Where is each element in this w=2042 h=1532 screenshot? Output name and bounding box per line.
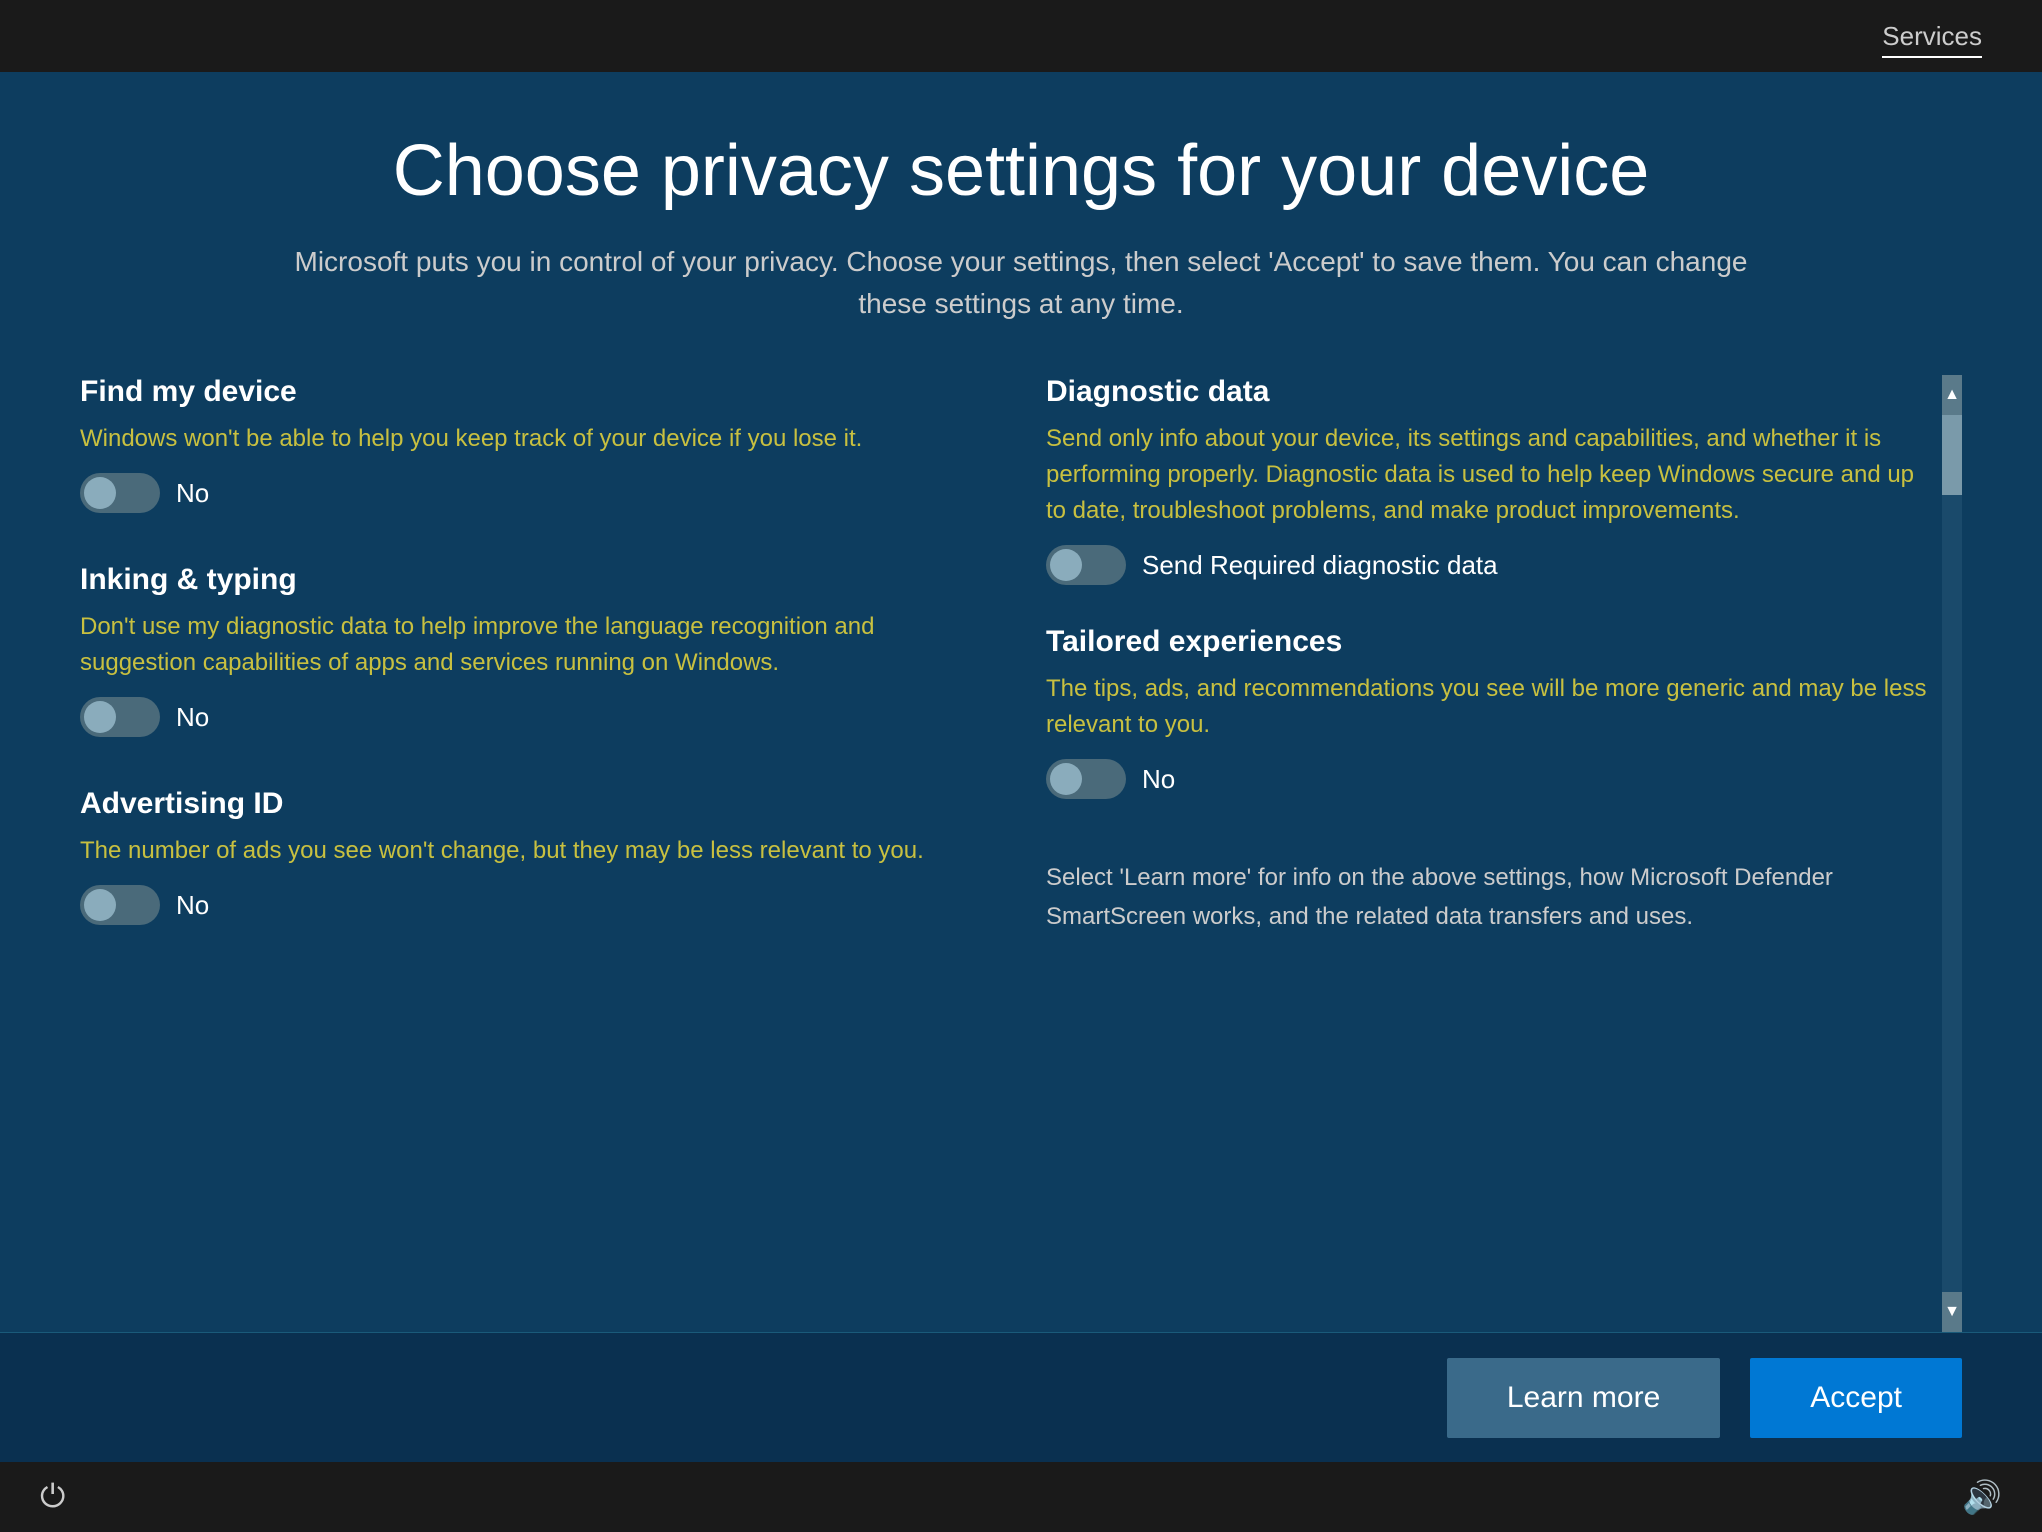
bottom-bar: Learn more Accept bbox=[0, 1332, 2042, 1462]
tailored-experiences-toggle[interactable] bbox=[1046, 759, 1126, 799]
inking-typing-item: Inking & typing Don't use my diagnostic … bbox=[80, 563, 966, 737]
advertising-id-knob bbox=[84, 889, 116, 921]
advertising-id-description: The number of ads you see won't change, … bbox=[80, 833, 966, 869]
settings-container: Find my device Windows won't be able to … bbox=[80, 375, 1962, 1332]
accept-button[interactable]: Accept bbox=[1750, 1358, 1962, 1438]
find-my-device-description: Windows won't be able to help you keep t… bbox=[80, 421, 966, 457]
find-my-device-toggle-label: No bbox=[176, 478, 209, 509]
tailored-experiences-toggle-row: No bbox=[1046, 759, 1932, 799]
volume-icon[interactable]: 🔊 bbox=[1962, 1478, 2002, 1516]
find-my-device-item: Find my device Windows won't be able to … bbox=[80, 375, 966, 513]
right-column: Diagnostic data Send only info about you… bbox=[1046, 375, 1932, 1312]
info-text: Select 'Learn more' for info on the abov… bbox=[1046, 859, 1932, 936]
header-section: Choose privacy settings for your device … bbox=[271, 132, 1771, 325]
find-my-device-toggle[interactable] bbox=[80, 473, 160, 513]
tailored-experiences-description: The tips, ads, and recommendations you s… bbox=[1046, 671, 1932, 743]
main-content: Choose privacy settings for your device … bbox=[0, 72, 2042, 1332]
scroll-track[interactable] bbox=[1942, 415, 1962, 1292]
find-my-device-knob bbox=[84, 477, 116, 509]
taskbar: ⏻ 🔊 bbox=[0, 1462, 2042, 1532]
advertising-id-toggle-row: No bbox=[80, 885, 966, 925]
scroll-down-arrow[interactable]: ▼ bbox=[1942, 1292, 1962, 1332]
tailored-experiences-toggle-label: No bbox=[1142, 764, 1175, 795]
diagnostic-data-title: Diagnostic data bbox=[1046, 375, 1932, 409]
advertising-id-title: Advertising ID bbox=[80, 787, 966, 821]
diagnostic-data-item: Diagnostic data Send only info about you… bbox=[1046, 375, 1932, 585]
scrollbar[interactable]: ▲ ▼ bbox=[1942, 375, 1962, 1332]
left-column: Find my device Windows won't be able to … bbox=[80, 375, 966, 1312]
services-label: Services bbox=[1882, 21, 1982, 52]
inking-typing-toggle-label: No bbox=[176, 702, 209, 733]
settings-scroll-area: Find my device Windows won't be able to … bbox=[80, 375, 1932, 1332]
inking-typing-description: Don't use my diagnostic data to help imp… bbox=[80, 609, 966, 681]
diagnostic-data-toggle[interactable] bbox=[1046, 545, 1126, 585]
advertising-id-item: Advertising ID The number of ads you see… bbox=[80, 787, 966, 925]
scroll-thumb[interactable] bbox=[1942, 415, 1962, 495]
power-icon[interactable]: ⏻ bbox=[40, 1478, 65, 1516]
inking-typing-knob bbox=[84, 701, 116, 733]
page-title: Choose privacy settings for your device bbox=[271, 132, 1771, 211]
learn-more-button[interactable]: Learn more bbox=[1447, 1358, 1720, 1438]
top-bar: Services bbox=[0, 0, 2042, 72]
find-my-device-toggle-row: No bbox=[80, 473, 966, 513]
inking-typing-title: Inking & typing bbox=[80, 563, 966, 597]
tailored-experiences-item: Tailored experiences The tips, ads, and … bbox=[1046, 625, 1932, 799]
scroll-up-arrow[interactable]: ▲ bbox=[1942, 375, 1962, 415]
diagnostic-data-toggle-label: Send Required diagnostic data bbox=[1142, 550, 1498, 581]
advertising-id-toggle[interactable] bbox=[80, 885, 160, 925]
tailored-experiences-knob bbox=[1050, 763, 1082, 795]
diagnostic-data-knob bbox=[1050, 549, 1082, 581]
advertising-id-toggle-label: No bbox=[176, 890, 209, 921]
inking-typing-toggle[interactable] bbox=[80, 697, 160, 737]
diagnostic-data-toggle-row: Send Required diagnostic data bbox=[1046, 545, 1932, 585]
page-subtitle: Microsoft puts you in control of your pr… bbox=[271, 241, 1771, 325]
diagnostic-data-description: Send only info about your device, its se… bbox=[1046, 421, 1932, 529]
find-my-device-title: Find my device bbox=[80, 375, 966, 409]
inking-typing-toggle-row: No bbox=[80, 697, 966, 737]
tailored-experiences-title: Tailored experiences bbox=[1046, 625, 1932, 659]
